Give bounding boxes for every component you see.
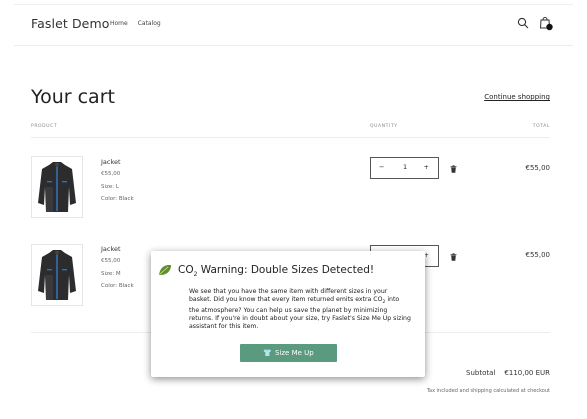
brand-logo[interactable]: Faslet Demo bbox=[31, 16, 110, 31]
modal-title: CO2 Warning: Double Sizes Detected! bbox=[178, 264, 375, 279]
item-color: Color: Black bbox=[101, 196, 134, 202]
main-nav: Home Catalog bbox=[110, 20, 169, 27]
item-size: Size: L bbox=[101, 184, 119, 190]
nav-catalog[interactable]: Catalog bbox=[138, 20, 161, 27]
shirt-icon: 👕 bbox=[263, 349, 272, 357]
item-size: Size: M bbox=[101, 271, 121, 277]
size-me-up-button[interactable]: 👕 Size Me Up bbox=[240, 344, 337, 362]
leaf-icon bbox=[159, 264, 171, 276]
column-header-quantity: QUANTITY bbox=[370, 124, 398, 129]
header-divider bbox=[14, 45, 573, 46]
table-header-divider bbox=[31, 137, 550, 138]
jacket-image bbox=[38, 250, 76, 300]
modal-message: We see that you have the same item with … bbox=[189, 288, 411, 331]
search-icon[interactable] bbox=[517, 17, 529, 29]
trash-icon[interactable] bbox=[450, 165, 457, 173]
column-header-total: TOTAL bbox=[532, 124, 550, 129]
product-image-jacket[interactable] bbox=[31, 244, 83, 306]
subtotal-label: Subtotal bbox=[466, 369, 496, 377]
jacket-image bbox=[38, 162, 76, 212]
subtotal-value: €110,00 EUR bbox=[504, 369, 550, 377]
item-name[interactable]: Jacket bbox=[101, 245, 121, 253]
size-me-up-label: Size Me Up bbox=[274, 349, 314, 357]
item-unit-price: €55,00 bbox=[101, 171, 121, 177]
quantity-stepper: − 1 + bbox=[370, 157, 439, 179]
item-unit-price: €55,00 bbox=[101, 258, 121, 264]
shopping-bag-icon[interactable] bbox=[539, 15, 553, 31]
site-header: Faslet Demo Home Catalog bbox=[0, 0, 587, 45]
continue-shopping-link[interactable]: Continue shopping bbox=[484, 93, 550, 101]
item-total: €55,00 bbox=[525, 251, 551, 259]
trash-icon[interactable] bbox=[450, 253, 457, 261]
item-color: Color: Black bbox=[101, 283, 134, 289]
product-image-jacket[interactable] bbox=[31, 156, 83, 218]
quantity-increase-button[interactable]: + bbox=[424, 163, 429, 171]
item-name[interactable]: Jacket bbox=[101, 158, 121, 166]
nav-home[interactable]: Home bbox=[110, 20, 128, 27]
column-header-product: PRODUCT bbox=[31, 124, 58, 129]
quantity-decrease-button[interactable]: − bbox=[379, 163, 384, 171]
page-title: Your cart bbox=[31, 86, 115, 108]
tax-note: Tax included and shipping calculated at … bbox=[426, 388, 550, 394]
double-size-warning-modal: CO2 Warning: Double Sizes Detected! We s… bbox=[151, 251, 425, 377]
quantity-input[interactable]: 1 bbox=[403, 163, 407, 171]
item-total: €55,00 bbox=[525, 164, 551, 172]
